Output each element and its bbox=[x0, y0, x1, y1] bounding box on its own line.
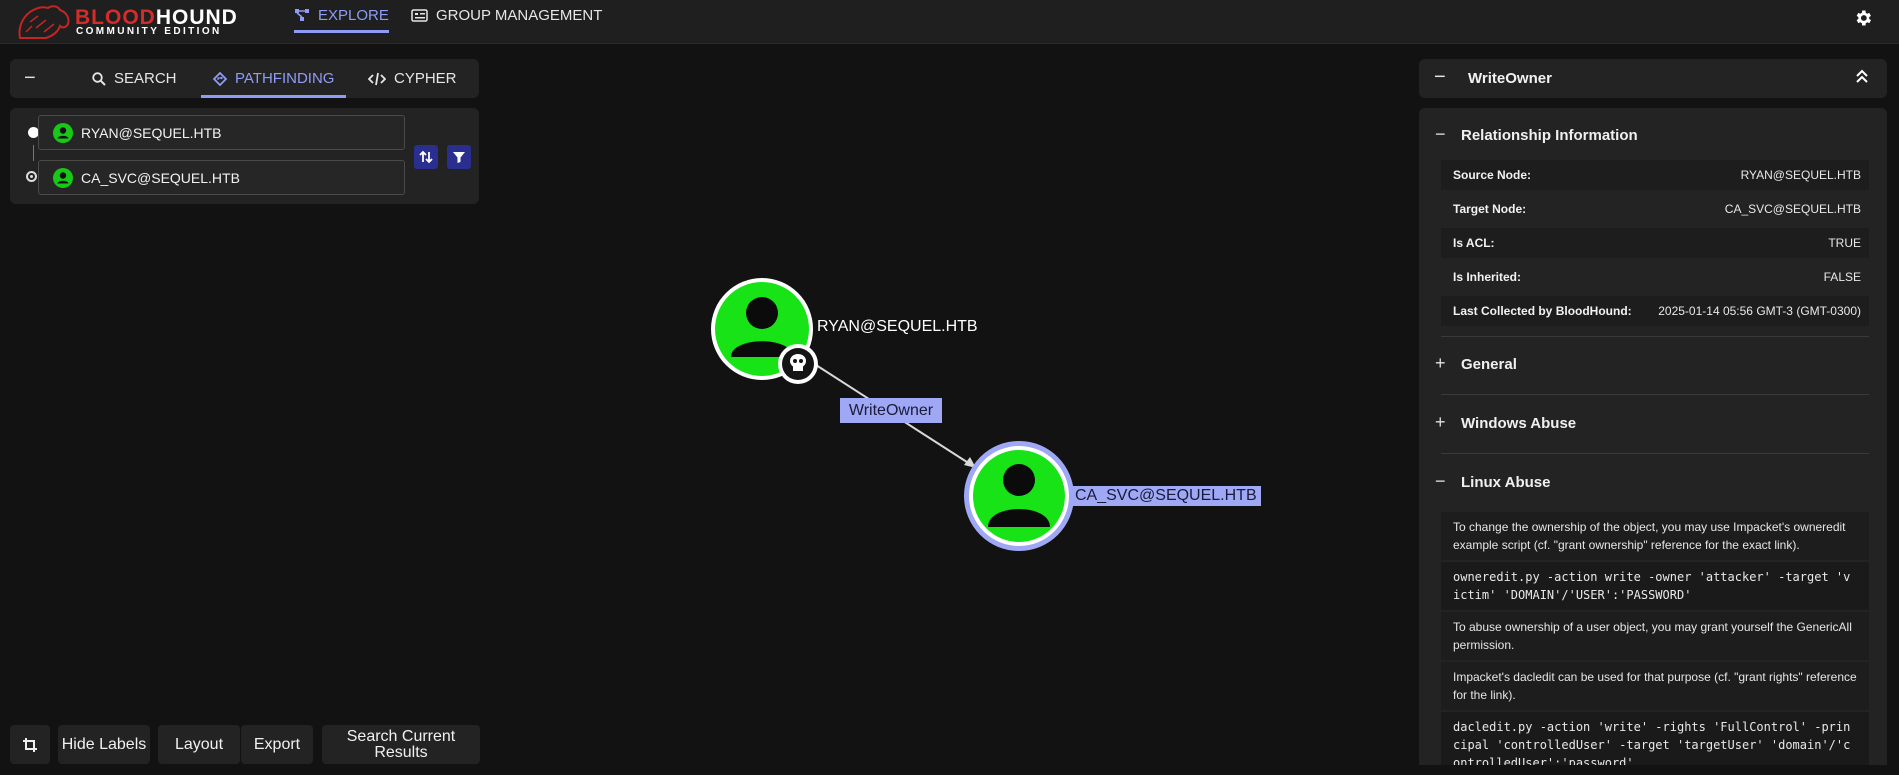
bloodhound-dog-icon bbox=[18, 5, 70, 39]
search-current-results-button[interactable]: Search Current Results bbox=[322, 725, 480, 764]
layout-button[interactable]: Layout bbox=[158, 725, 240, 764]
property-source-node: Source Node: RYAN@SEQUEL.HTB bbox=[1441, 160, 1869, 190]
collapse-minus-icon[interactable]: − bbox=[1434, 66, 1446, 89]
section-general[interactable]: + General bbox=[1419, 344, 1887, 384]
node-ca-svc[interactable] bbox=[964, 441, 1074, 551]
section-title: Windows Abuse bbox=[1461, 415, 1577, 432]
tab-search-label: SEARCH bbox=[114, 70, 177, 87]
tab-cypher-label: CYPHER bbox=[394, 70, 457, 87]
skull-icon bbox=[778, 344, 818, 384]
expand-plus-icon: + bbox=[1435, 353, 1446, 373]
linux-abuse-code-block[interactable]: owneredit.py -action write -owner 'attac… bbox=[1441, 562, 1869, 610]
section-title: Linux Abuse bbox=[1461, 474, 1551, 491]
section-relationship-information[interactable]: − Relationship Information bbox=[1419, 115, 1887, 155]
section-title: Relationship Information bbox=[1461, 127, 1638, 144]
property-last-collected: Last Collected by BloodHound: 2025-01-14… bbox=[1441, 296, 1869, 326]
explore-panel-tabs: − SEARCH PATHFINDING CYPHER bbox=[10, 59, 479, 98]
user-icon bbox=[53, 167, 73, 188]
top-bar: BLOODHOUND COMMUNITY EDITION EXPLORE GRO… bbox=[0, 0, 1899, 44]
collapse-minus-icon: − bbox=[1435, 124, 1446, 144]
swap-nodes-button[interactable] bbox=[414, 145, 438, 169]
group-management-icon bbox=[411, 8, 428, 22]
crop-icon bbox=[23, 737, 37, 752]
fit-view-button[interactable] bbox=[10, 725, 50, 764]
linux-abuse-paragraph: To abuse ownership of a user object, you… bbox=[1441, 612, 1869, 660]
node-label-ca-svc: CA_SVC@SEQUEL.HTB bbox=[1071, 486, 1261, 506]
divider bbox=[1441, 394, 1869, 395]
property-target-node: Target Node: CA_SVC@SEQUEL.HTB bbox=[1453, 202, 1861, 216]
settings-gear-icon[interactable] bbox=[1853, 8, 1873, 28]
nav-tab-explore-label: EXPLORE bbox=[318, 6, 389, 24]
swap-arrows-icon bbox=[419, 150, 433, 164]
entity-panel-header: − WriteOwner bbox=[1419, 59, 1887, 98]
destination-target-icon bbox=[26, 171, 37, 182]
user-icon bbox=[53, 122, 73, 143]
entity-panel-body: − Relationship Information Source Node: … bbox=[1419, 108, 1887, 765]
edge-label-writeowner[interactable]: WriteOwner bbox=[840, 398, 942, 423]
collapse-minus-icon[interactable]: − bbox=[24, 67, 36, 90]
tab-pathfinding-label: PATHFINDING bbox=[235, 70, 335, 87]
hide-labels-button[interactable]: Hide Labels bbox=[58, 725, 150, 764]
node-label-ryan: RYAN@SEQUEL.HTB bbox=[817, 318, 978, 335]
path-connector bbox=[33, 145, 34, 161]
section-windows-abuse[interactable]: + Windows Abuse bbox=[1419, 403, 1887, 443]
explore-icon bbox=[295, 9, 309, 21]
start-node-value: RYAN@SEQUEL.HTB bbox=[81, 124, 222, 141]
entity-panel-title: WriteOwner bbox=[1468, 70, 1552, 87]
filter-icon bbox=[453, 152, 465, 163]
export-button[interactable]: Export bbox=[241, 725, 313, 764]
search-icon bbox=[92, 71, 106, 86]
end-node-value: CA_SVC@SEQUEL.HTB bbox=[81, 169, 240, 186]
divider bbox=[1441, 453, 1869, 454]
edge-filter-button[interactable] bbox=[447, 145, 471, 169]
property-is-acl: Is ACL: TRUE bbox=[1441, 228, 1869, 258]
divider bbox=[1441, 336, 1869, 337]
linux-abuse-paragraph: To change the ownership of the object, y… bbox=[1441, 512, 1869, 560]
nav-tab-group-management[interactable]: GROUP MANAGEMENT bbox=[411, 0, 602, 30]
pathfinding-panel: RYAN@SEQUEL.HTB CA_SVC@SEQUEL.HTB bbox=[10, 108, 479, 204]
tab-pathfinding[interactable]: PATHFINDING bbox=[201, 59, 347, 98]
section-title: General bbox=[1461, 356, 1517, 373]
linux-abuse-paragraph: Impacket's dacledit can be used for that… bbox=[1441, 662, 1869, 710]
section-linux-abuse[interactable]: − Linux Abuse bbox=[1419, 462, 1887, 502]
bloodhound-logo[interactable]: BLOODHOUND COMMUNITY EDITION bbox=[16, 2, 237, 40]
end-node-input[interactable]: CA_SVC@SEQUEL.HTB bbox=[38, 160, 405, 195]
linux-abuse-code-block[interactable]: dacledit.py -action 'write' -rights 'Ful… bbox=[1441, 712, 1869, 765]
tab-cypher[interactable]: CYPHER bbox=[368, 59, 457, 98]
nav-tab-group-management-label: GROUP MANAGEMENT bbox=[436, 6, 603, 24]
expand-plus-icon: + bbox=[1435, 412, 1446, 432]
start-node-input[interactable]: RYAN@SEQUEL.HTB bbox=[38, 115, 405, 150]
chevron-double-up-icon[interactable] bbox=[1855, 68, 1869, 84]
property-is-inherited: Is Inherited: FALSE bbox=[1453, 270, 1861, 284]
tab-search[interactable]: SEARCH bbox=[92, 59, 177, 98]
collapse-minus-icon: − bbox=[1435, 471, 1446, 491]
code-icon bbox=[368, 72, 386, 85]
nav-tab-explore[interactable]: EXPLORE bbox=[294, 0, 389, 33]
pathfinding-icon bbox=[213, 71, 227, 86]
brand-edition: COMMUNITY EDITION bbox=[76, 26, 222, 37]
